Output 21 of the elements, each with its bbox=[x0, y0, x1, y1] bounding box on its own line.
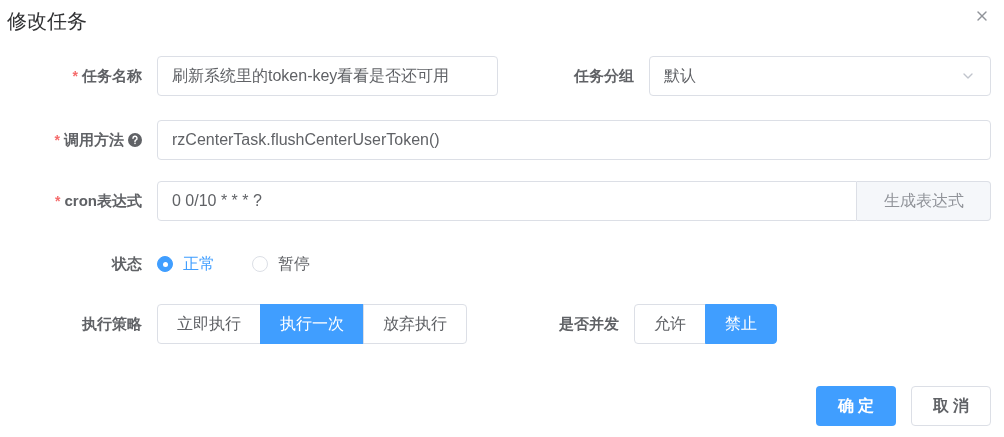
required-mark: * bbox=[55, 191, 61, 211]
segment-button[interactable]: 允许 bbox=[634, 304, 706, 344]
field-label: 状态 bbox=[112, 253, 142, 274]
text-field[interactable]: rzCenterTask.flushCenterUserToken() bbox=[157, 120, 991, 160]
segment-button[interactable]: 放弃执行 bbox=[363, 304, 467, 344]
text-field[interactable]: 0 0/10 * * * ? bbox=[157, 181, 857, 221]
field-label: 调用方法 bbox=[64, 129, 124, 150]
cancel-button[interactable]: 取 消 bbox=[911, 386, 991, 426]
text-field[interactable]: 刷新系统里的token-key看看是否还可用 bbox=[157, 56, 498, 96]
help-icon[interactable] bbox=[128, 133, 142, 147]
field-label: 执行策略 bbox=[82, 313, 142, 334]
radio-option[interactable]: 暂停 bbox=[252, 252, 310, 276]
field-label: cron表达式 bbox=[64, 190, 142, 211]
field-label: 任务名称 bbox=[82, 65, 142, 86]
dialog-title: 修改任务 bbox=[7, 9, 87, 34]
required-mark: * bbox=[54, 130, 60, 150]
field-label: 任务分组 bbox=[574, 65, 634, 86]
required-mark: * bbox=[72, 66, 78, 86]
segment-button[interactable]: 立即执行 bbox=[157, 304, 261, 344]
field-label: 是否并发 bbox=[559, 313, 619, 334]
select-field[interactable]: 默认 bbox=[649, 56, 991, 96]
